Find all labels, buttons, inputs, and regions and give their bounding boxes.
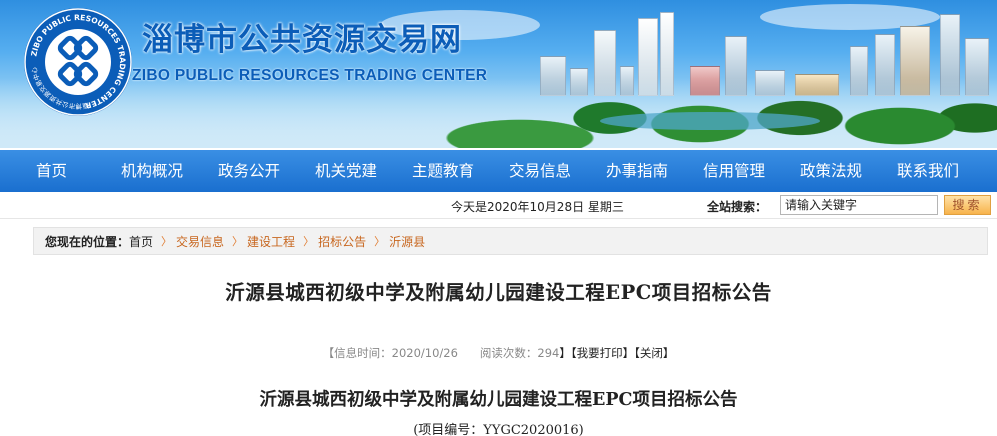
nav-item-trading-info[interactable]: 交易信息 [509, 150, 571, 192]
nav-item-credit-management[interactable]: 信用管理 [703, 150, 765, 192]
nav-item-theme-education[interactable]: 主题教育 [412, 150, 474, 192]
info-time-label: 【信息时间： [322, 346, 392, 360]
article-title: 沂源县城西初级中学及附属幼儿园建设工程EPC项目招标公告 [225, 281, 772, 304]
nav-item-party-building[interactable]: 机关党建 [315, 150, 377, 192]
breadcrumb-lead: 您现在的位置： [45, 234, 130, 249]
site-banner: ZIBO PUBLIC RESOURCES TRADING CENTER 淄博市… [0, 0, 997, 148]
search-label: 全站搜索： [707, 200, 768, 214]
site-title-en: ZIBO PUBLIC RESOURCES TRADING CENTER [132, 67, 488, 84]
breadcrumb-separator-icon: 〉 [303, 235, 315, 248]
site-title-cn: 淄博市公共资源交易网 [142, 22, 462, 58]
nav-item-policies[interactable]: 政策法规 [800, 150, 862, 192]
breadcrumb: 您现在的位置： 首页 〉 交易信息 〉 建设工程 〉 招标公告 〉 沂源县 [33, 227, 988, 255]
search-input[interactable] [780, 195, 938, 215]
logo-emblem-icon: ZIBO PUBLIC RESOURCES TRADING CENTER 淄博市… [24, 8, 132, 116]
breadcrumb-trading-info[interactable]: 交易信息 [176, 233, 224, 250]
lake-image [600, 112, 820, 130]
breadcrumb-construction[interactable]: 建设工程 [247, 233, 295, 250]
views-label: 阅读次数： [479, 346, 538, 360]
project-code: (项目编号：YYGC2020016) [413, 423, 584, 436]
document-heading: 沂源县城西初级中学及附属幼儿园建设工程EPC项目招标公告 [259, 390, 738, 410]
breadcrumb-yiyuan[interactable]: 沂源县 [389, 233, 425, 250]
nav-item-home[interactable]: 首页 [36, 150, 67, 192]
nav-item-government-affairs[interactable]: 政务公开 [218, 150, 280, 192]
info-bar: 今天是2020年10月28日 星期三 全站搜索： 搜索 [0, 193, 997, 219]
search-button[interactable]: 搜索 [944, 195, 991, 215]
current-date: 今天是2020年10月28日 星期三 [451, 200, 624, 214]
main-nav: 首页 机构概况 政务公开 机关党建 主题教育 交易信息 办事指南 信用管理 政策… [0, 150, 997, 192]
close-button[interactable]: 【关闭】 [634, 346, 674, 360]
park-trees-image [0, 78, 997, 148]
article-meta: 【信息时间：2020/10/26 阅读次数：294】【我要打印】【关闭】 [0, 345, 997, 361]
nav-item-organization[interactable]: 机构概况 [121, 150, 183, 192]
print-button[interactable]: 】【我要打印】 [559, 346, 634, 360]
breadcrumb-separator-icon: 〉 [161, 235, 173, 248]
nav-item-service-guide[interactable]: 办事指南 [606, 150, 668, 192]
breadcrumb-tender-notice[interactable]: 招标公告 [318, 233, 366, 250]
breadcrumb-home[interactable]: 首页 [129, 233, 153, 250]
views-value: 294 [537, 346, 560, 360]
site-logo[interactable]: ZIBO PUBLIC RESOURCES TRADING CENTER 淄博市… [22, 6, 134, 118]
breadcrumb-separator-icon: 〉 [374, 235, 386, 248]
info-time-value: 2020/10/26 [391, 346, 458, 360]
breadcrumb-separator-icon: 〉 [232, 235, 244, 248]
nav-item-contact-us[interactable]: 联系我们 [897, 150, 959, 192]
